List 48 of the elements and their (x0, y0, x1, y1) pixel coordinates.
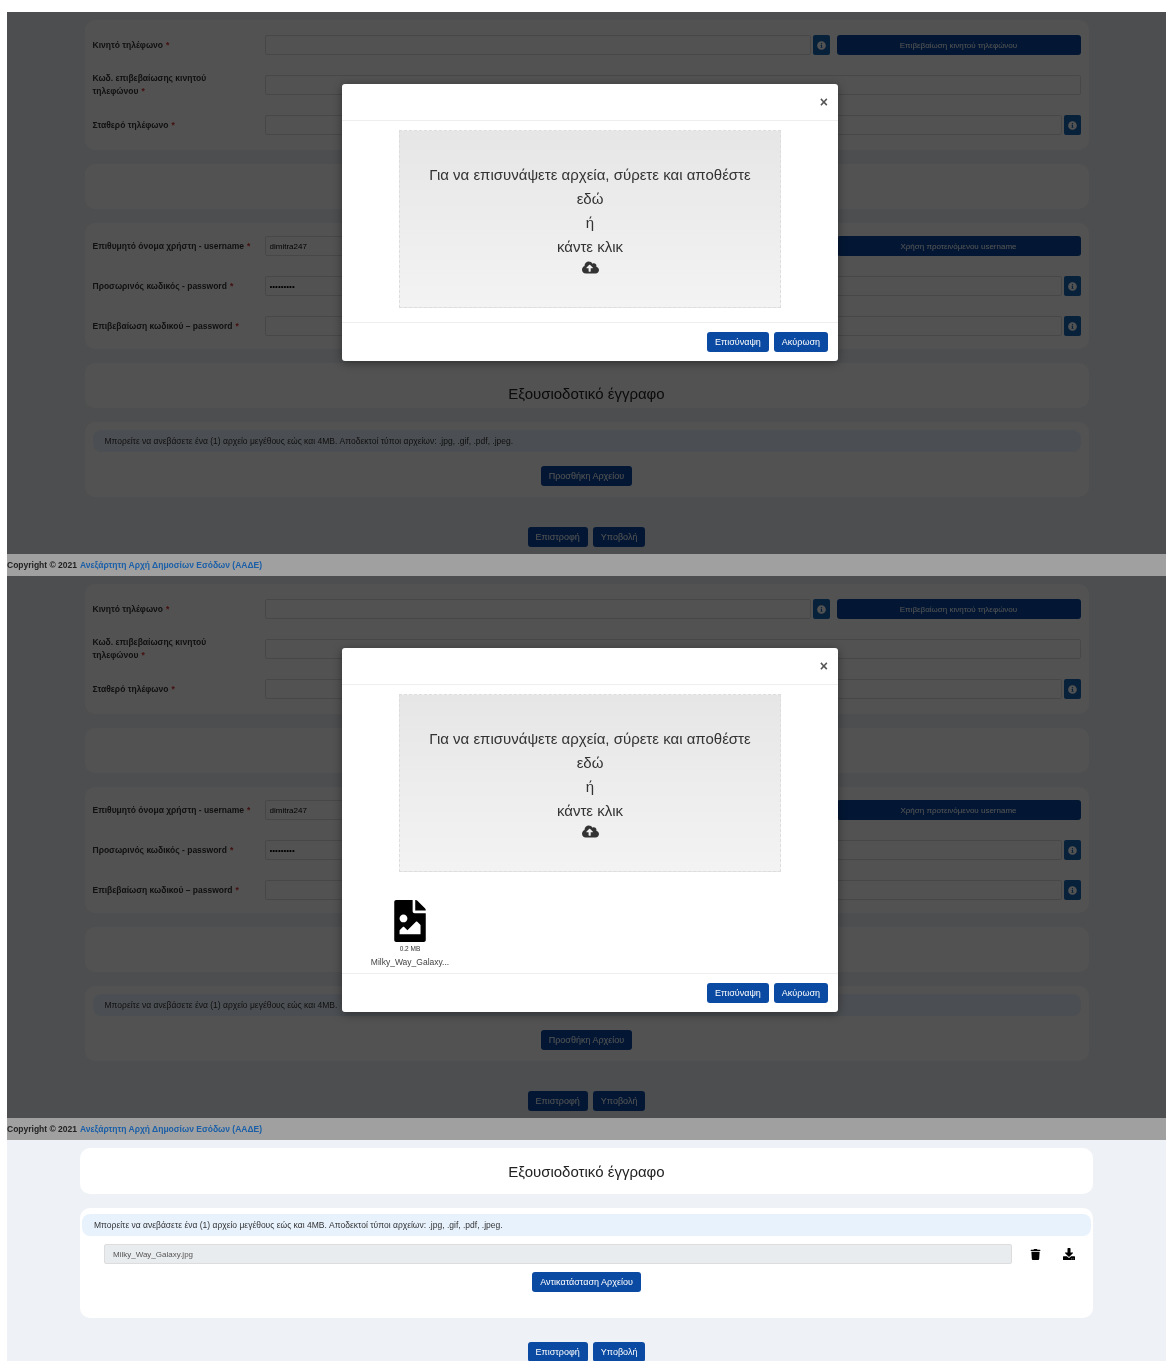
section-title: Εξουσιοδοτικό έγγραφο (507, 385, 666, 402)
info-icon (1067, 281, 1077, 291)
info-icon (1067, 321, 1077, 331)
info-icon (816, 40, 826, 50)
info-button[interactable] (1063, 880, 1081, 900)
upload-notice: Μπορείτε να ανεβάσετε ένα (1) αρχείο μεγέθους εώς και 4MB. Αποδεκτοί τύποι αρχείων: .jpg, .gif, .pdf, .jpeg. (82, 1214, 1091, 1236)
field-label: Σταθερό τηλέφωνο * (92, 118, 176, 132)
download-icon (1063, 1248, 1075, 1260)
field-label: Προσωρινός κωδικός - password * (92, 843, 235, 857)
field-label: Κωδ. επιβεβαίωσης κινητού τηλεφώνου * (92, 72, 208, 98)
info-icon (1067, 845, 1077, 855)
replace-file-button[interactable]: Αντικατάσταση Αρχείου (532, 1272, 641, 1292)
info-icon (1067, 684, 1077, 694)
info-button[interactable] (812, 35, 830, 55)
drop-zone[interactable]: Για να επισυνάψετε αρχεία, σύρετε και αποθέστε εδώ ή κάντε κλικ (399, 130, 781, 308)
field-label: Σταθερό τηλέφωνο * (92, 682, 176, 696)
field-label: Κινητό τηλέφωνο * (92, 602, 171, 616)
info-button[interactable] (812, 599, 830, 619)
form-button[interactable]: Υποβολή (592, 1342, 646, 1361)
dialog-button[interactable]: Επισύναψη (707, 332, 769, 352)
info-button[interactable] (1063, 679, 1081, 699)
field-label: Προσωρινός κωδικός - password * (92, 279, 235, 293)
field-label: Επιβεβαίωση κωδικού – password * (92, 883, 240, 897)
dialog-button[interactable]: Ακύρωση (773, 332, 828, 352)
drop-zone[interactable]: Για να επισυνάψετε αρχεία, σύρετε και αποθέστε εδώ ή κάντε κλικ (399, 694, 781, 872)
field-label: Επιβεβαίωση κωδικού – password * (92, 319, 240, 333)
form-button[interactable]: Επιστροφή (527, 1342, 588, 1361)
dialog-button[interactable]: Ακύρωση (773, 983, 828, 1003)
info-button[interactable] (1063, 840, 1081, 860)
file-name: Milky_Way_Galaxy... (370, 957, 450, 967)
close-button[interactable]: × (819, 658, 828, 674)
info-icon (1067, 885, 1077, 895)
field-label: Κινητό τηλέφωνο * (92, 38, 171, 52)
field-label: Επιθυμητό όνομα χρήστη - username * (92, 239, 252, 253)
field-label: Επιθυμητό όνομα χρήστη - username * (92, 803, 252, 817)
info-button[interactable] (1063, 276, 1081, 296)
info-icon (816, 604, 826, 614)
info-button[interactable] (1063, 115, 1081, 135)
section-title: Εξουσιοδοτικό έγγραφο (507, 1162, 666, 1180)
trash-icon (1030, 1248, 1041, 1260)
file-field[interactable]: Milky_Way_Galaxy.jpg (104, 1244, 1012, 1264)
field-label: Κωδ. επιβεβαίωσης κινητού τηλεφώνου * (92, 636, 208, 662)
info-icon (1067, 120, 1077, 130)
copyright-text: Copyright © 2021 (7, 1124, 78, 1134)
info-button[interactable] (1063, 316, 1081, 336)
close-button[interactable]: × (819, 94, 828, 110)
copyright-text: Copyright © 2021 (7, 560, 78, 570)
dialog-button[interactable]: Επισύναψη (707, 983, 769, 1003)
